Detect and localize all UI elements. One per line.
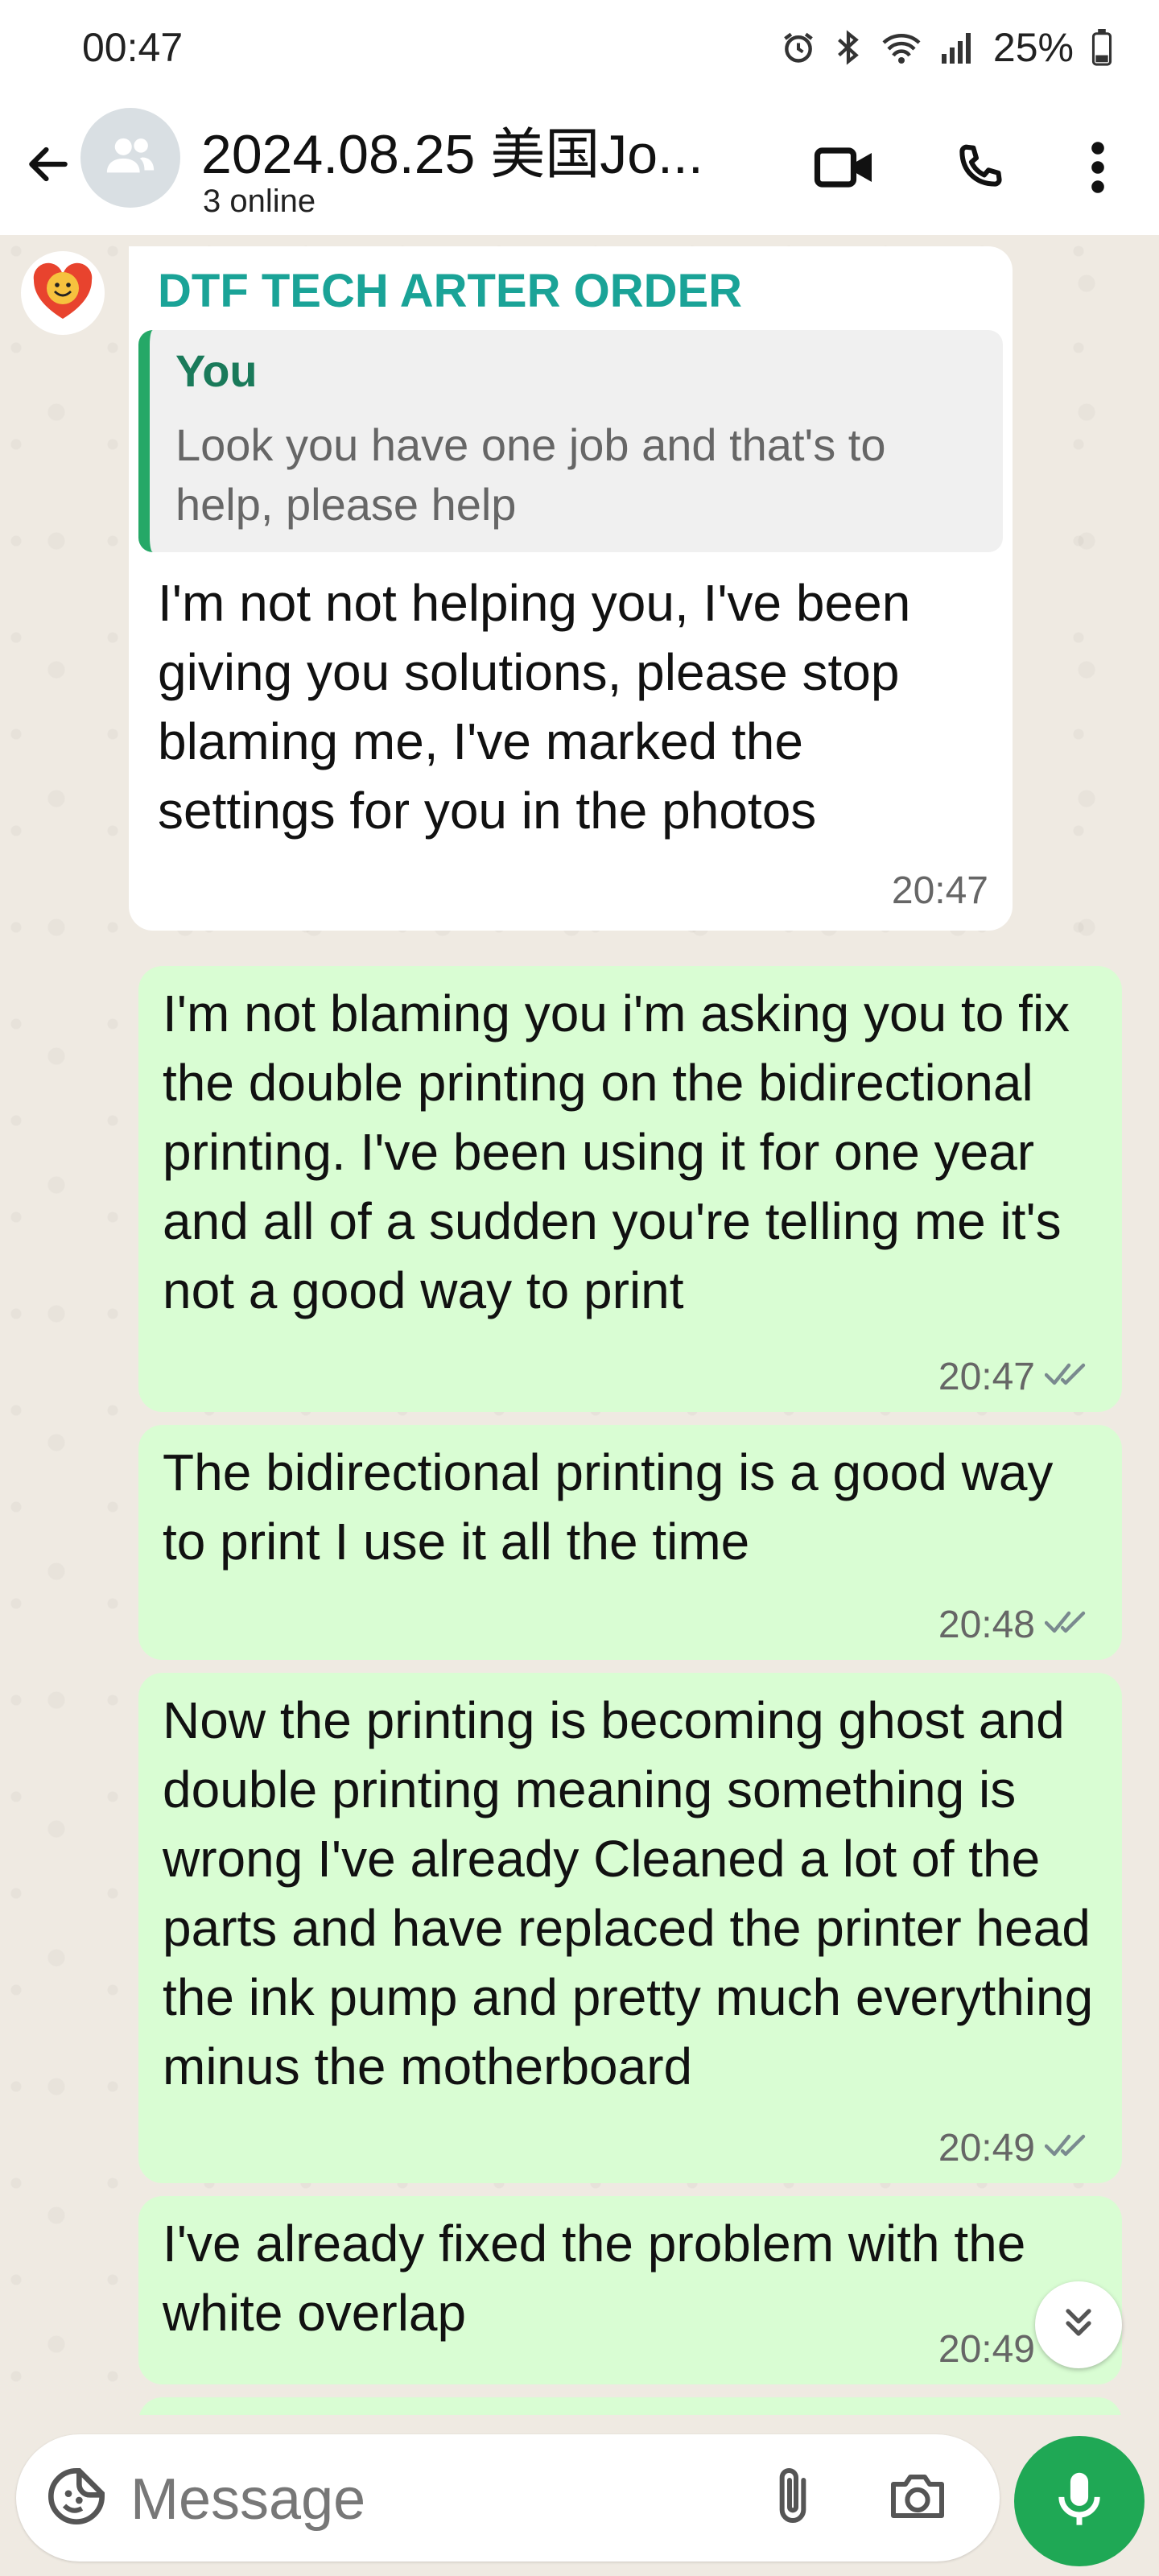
battery-icon [1091, 29, 1112, 66]
voice-call-button[interactable] [938, 129, 1019, 209]
message-text: The bidirectional printing is a good way… [163, 1443, 1054, 1571]
more-options-button[interactable] [1058, 129, 1138, 209]
back-arrow-icon [23, 139, 73, 193]
phone-icon [952, 141, 1005, 198]
quote-text: Look you have one job and that's to help… [175, 419, 886, 530]
message-text: Now the printing is becoming ghost and d… [163, 1691, 1094, 2095]
incoming-message[interactable]: DTF TECH ARTER ORDER You Look you have o… [129, 246, 1013, 931]
message-meta: 20:49 [938, 2126, 1095, 2170]
wifi-icon [881, 30, 922, 65]
back-button[interactable] [16, 134, 80, 198]
outgoing-message[interactable]: Now the printing is becoming ghost and d… [138, 1673, 1122, 2183]
sender-name[interactable]: DTF TECH ARTER ORDER [158, 264, 742, 318]
bluetooth-icon [834, 29, 863, 66]
message-meta: 20:48 [938, 1603, 1095, 1647]
video-call-button[interactable] [805, 129, 885, 209]
message-meta: 20:47 [938, 1355, 1095, 1399]
attach-button[interactable] [757, 2462, 829, 2534]
composer [16, 2434, 1000, 2562]
sender-logo-icon [29, 258, 97, 329]
more-options-icon [1090, 141, 1106, 198]
message-time: 20:49 [938, 2127, 1035, 2169]
message-time: 20:47 [938, 1356, 1035, 1398]
chat-header: 2024.08.25 美国Jo... 3 online [0, 97, 1159, 235]
sticker-icon [44, 2464, 109, 2533]
video-call-icon [814, 142, 876, 196]
outgoing-message[interactable]: I've already fixed the problem with the … [138, 2196, 1122, 2384]
read-receipt-icon [1044, 1360, 1095, 1393]
outgoing-message-partial[interactable] [138, 2397, 1122, 2415]
sender-avatar[interactable] [21, 251, 105, 335]
microphone-icon [1054, 2469, 1105, 2534]
message-text: I'm not not helping you, I've been givin… [158, 574, 911, 840]
chat-subtitle: 3 online [203, 184, 316, 219]
outgoing-message[interactable]: The bidirectional printing is a good way… [138, 1425, 1122, 1660]
read-receipt-icon [1044, 1608, 1095, 1641]
quoted-message[interactable]: You Look you have one job and that's to … [138, 330, 1003, 552]
status-bar: 00:47 25% [0, 0, 1159, 97]
message-text: I'm not blaming you i'm asking you to fi… [163, 985, 1070, 1319]
chat-title[interactable]: 2024.08.25 美国Jo... [201, 109, 765, 189]
camera-button[interactable] [877, 2462, 958, 2534]
group-avatar[interactable] [80, 108, 180, 208]
voice-message-button[interactable] [1014, 2436, 1145, 2566]
status-icons: 25% [781, 24, 1112, 71]
read-receipt-icon [1044, 2132, 1095, 2165]
outgoing-message[interactable]: I'm not blaming you i'm asking you to fi… [138, 966, 1122, 1412]
message-input[interactable] [129, 2458, 760, 2541]
camera-icon [886, 2470, 949, 2527]
message-time: 20:47 [891, 869, 988, 912]
quote-author: You [175, 345, 258, 396]
message-time: 20:48 [938, 1604, 1035, 1646]
attach-icon [770, 2464, 815, 2533]
message-time: 20:49 [938, 2328, 1035, 2371]
signal-icon [940, 30, 975, 65]
status-time: 00:47 [82, 25, 184, 70]
group-avatar-icon [102, 128, 159, 188]
alarm-icon [781, 30, 816, 65]
double-chevron-down-icon [1058, 2302, 1099, 2348]
battery-percent: 25% [992, 25, 1074, 70]
scroll-to-bottom-button[interactable] [1035, 2281, 1122, 2368]
chat-area[interactable]: DTF TECH ARTER ORDER You Look you have o… [0, 235, 1159, 2415]
sticker-button[interactable] [40, 2462, 113, 2534]
composer-bar [0, 2415, 1159, 2576]
